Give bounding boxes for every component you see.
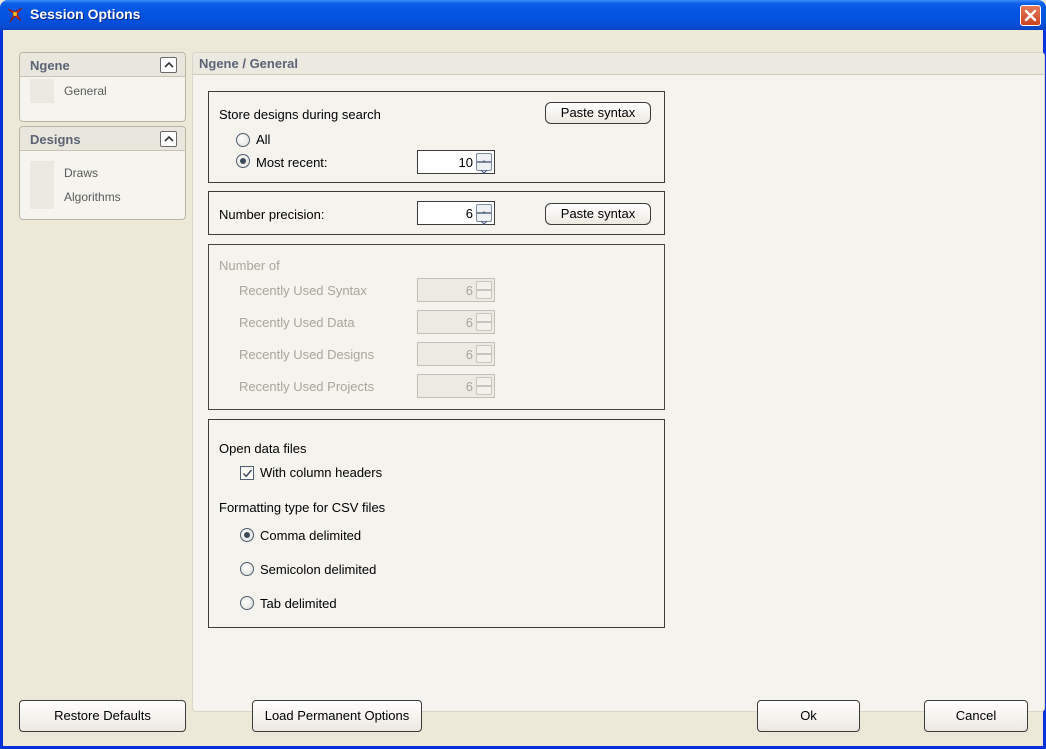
dialog-client: Ngene General Designs Draws Algorithms N… [6,30,1045,743]
stepper-down-button [476,386,492,395]
cancel-button[interactable]: Cancel [924,700,1028,732]
recent-syntax-label: Recently Used Syntax [239,283,367,298]
stepper-down-button[interactable] [476,213,492,225]
arrow-down-icon [480,169,488,174]
stepper-value: 6 [465,347,473,362]
nav-group-label: Designs [30,132,81,147]
checkmark-icon [242,469,253,478]
recent-projects-stepper: 6 [417,374,495,398]
number-precision-label: Number precision: [219,207,325,222]
settings-panel: Ngene / General Store designs during sea… [192,52,1045,712]
stepper-value: 6 [465,283,473,298]
recent-designs-label: Recently Used Designs [239,347,375,362]
session-options-window: Session Options Ngene General Designs Dr… [0,0,1046,749]
column-headers-checkbox[interactable] [240,466,254,480]
recent-data-stepper: 6 [417,310,495,334]
radio-semicolon[interactable] [240,562,254,576]
csv-format-title: Formatting type for CSV files [219,500,386,515]
column-headers-label: With column headers [260,465,383,480]
recent-projects-label: Recently Used Projects [239,379,375,394]
stepper-up-button[interactable] [476,153,492,165]
chevron-up-icon [164,61,174,68]
number-of-group: Number of Recently Used Syntax 6 Recentl… [208,244,665,410]
load-permanent-options-button[interactable]: Load Permanent Options [252,700,422,732]
open-data-files-group: Open data files With column headers Form… [208,419,665,628]
window-title: Session Options [30,6,141,22]
stepper-up-button [476,345,492,354]
open-data-files-title: Open data files [219,441,307,456]
number-precision-group: Number precision: 6 Paste syntax [208,191,665,235]
stepper-value: 6 [465,315,473,330]
radio-comma-label: Comma delimited [260,528,362,543]
most-recent-stepper[interactable]: 10 [417,150,495,174]
nav-item-draws[interactable]: Draws [20,161,185,185]
recent-data-label: Recently Used Data [239,315,355,330]
collapse-designs-button[interactable] [160,131,177,147]
panel-title: Ngene / General [193,53,1044,75]
nav-group-header-ngene[interactable]: Ngene [20,53,185,77]
nav-group-ngene: Ngene General [19,52,186,122]
nav-item-label: Draws [64,166,99,180]
arrow-down-icon [480,220,488,225]
number-precision-stepper[interactable]: 6 [417,201,495,225]
radio-tab[interactable] [240,596,254,610]
restore-defaults-button[interactable]: Restore Defaults [19,700,186,732]
nav-group-label: Ngene [30,58,70,73]
stepper-down-button[interactable] [476,162,492,174]
stepper-up-button[interactable] [476,204,492,216]
radio-most-recent[interactable] [236,154,250,168]
nav-group-header-designs[interactable]: Designs [20,127,185,151]
stepper-down-button [476,354,492,363]
store-designs-title: Store designs during search [219,107,381,122]
stepper-up-button [476,313,492,322]
radio-tab-label: Tab delimited [260,596,337,611]
stepper-down-button [476,322,492,331]
chevron-up-icon [164,135,174,142]
recent-syntax-stepper: 6 [417,278,495,302]
nav-item-label: Algorithms [64,190,121,204]
stepper-value: 6 [465,379,473,394]
app-icon [7,7,23,23]
paste-syntax-button[interactable]: Paste syntax [545,102,651,124]
stepper-value: 6 [465,206,473,221]
radio-most-recent-label: Most recent: [256,155,328,170]
nav-group-designs: Designs Draws Algorithms [19,126,186,220]
ok-button[interactable]: Ok [757,700,860,732]
radio-all[interactable] [236,133,250,147]
nav-item-algorithms[interactable]: Algorithms [20,185,185,209]
radio-all-label: All [256,132,271,147]
close-icon [1024,9,1037,22]
nav-item-general[interactable]: General [20,79,185,103]
close-button[interactable] [1020,5,1041,26]
title-bar[interactable]: Session Options [0,0,1046,30]
collapse-ngene-button[interactable] [160,57,177,73]
stepper-down-button [476,290,492,299]
paste-syntax-button[interactable]: Paste syntax [545,203,651,225]
stepper-up-button [476,281,492,290]
radio-comma[interactable] [240,528,254,542]
store-designs-group: Store designs during search Paste syntax… [208,91,665,183]
radio-semicolon-label: Semicolon delimited [260,562,377,577]
number-of-title: Number of [219,258,280,273]
stepper-value: 10 [458,155,473,170]
nav-item-label: General [64,84,107,98]
stepper-up-button [476,377,492,386]
recent-designs-stepper: 6 [417,342,495,366]
